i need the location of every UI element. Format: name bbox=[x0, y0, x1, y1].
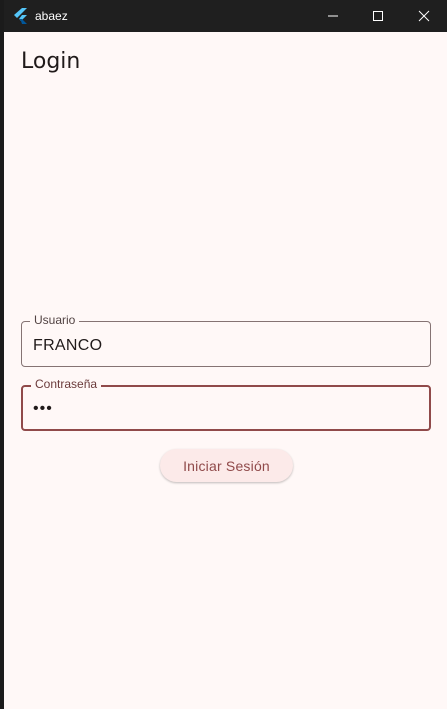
window-title: abaez bbox=[35, 9, 68, 23]
username-value[interactable]: FRANCO bbox=[33, 336, 102, 356]
app-window: abaez Login Usuario FRANCO Contraseña ••… bbox=[4, 0, 447, 709]
password-label: Contraseña bbox=[31, 377, 102, 391]
title-bar[interactable]: abaez bbox=[4, 0, 447, 32]
flutter-logo-icon bbox=[14, 8, 27, 24]
password-field[interactable]: Contraseña ••• bbox=[21, 377, 431, 431]
page-title: Login bbox=[21, 49, 81, 74]
username-label: Usuario bbox=[30, 313, 80, 327]
minimize-icon bbox=[328, 15, 338, 17]
close-button[interactable] bbox=[401, 0, 447, 32]
maximize-icon bbox=[373, 11, 383, 21]
password-value[interactable]: ••• bbox=[33, 399, 53, 419]
maximize-button[interactable] bbox=[355, 0, 401, 32]
username-field[interactable]: Usuario FRANCO bbox=[21, 313, 431, 367]
close-icon bbox=[418, 10, 430, 22]
login-button[interactable]: Iniciar Sesión bbox=[160, 449, 293, 482]
minimize-button[interactable] bbox=[310, 0, 356, 32]
